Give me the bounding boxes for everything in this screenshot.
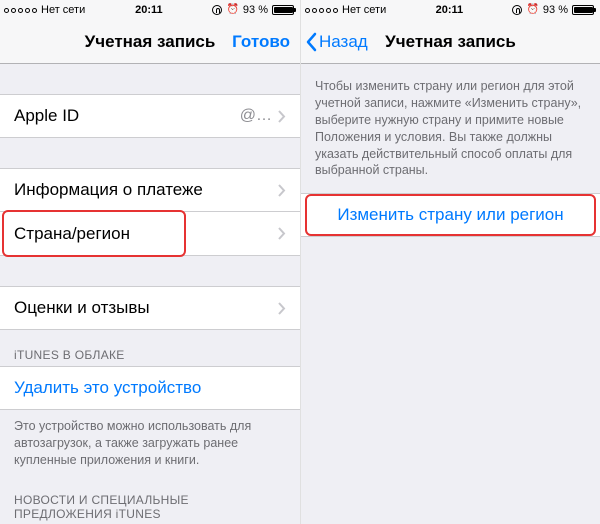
chevron-right-icon — [278, 110, 286, 123]
change-country-label: Изменить страну или регион — [315, 205, 586, 225]
change-country-button[interactable]: Изменить страну или регион — [301, 193, 600, 237]
remove-device-label: Удалить это устройство — [14, 378, 286, 398]
country-region-row[interactable]: Страна/регион — [0, 212, 300, 256]
status-bar: Нет сети 20:11 ⏰ 93 % — [0, 0, 300, 20]
apple-id-value: @… — [240, 107, 272, 125]
ratings-reviews-label: Оценки и отзывы — [14, 298, 278, 318]
signal-icon — [305, 8, 338, 13]
device-footer-note: Это устройство можно использовать для ав… — [0, 410, 300, 469]
back-button[interactable]: Назад — [301, 32, 376, 52]
payment-info-row[interactable]: Информация о платеже — [0, 168, 300, 212]
account-content: Apple ID @… Информация о платеже Страна/… — [0, 64, 300, 524]
chevron-right-icon — [278, 184, 286, 197]
clock: 20:11 — [135, 4, 163, 16]
chevron-right-icon — [278, 302, 286, 315]
clock: 20:11 — [436, 4, 464, 16]
orientation-lock-icon — [212, 5, 222, 15]
carrier-label: Нет сети — [342, 4, 386, 16]
nav-bar: Учетная запись Готово — [0, 20, 300, 64]
alarm-icon: ⏰ — [226, 5, 238, 15]
itunes-cloud-header: iTUNES В ОБЛАКЕ — [0, 330, 300, 366]
status-bar: Нет сети 20:11 ⏰ 93 % — [301, 0, 600, 20]
remove-device-button[interactable]: Удалить это устройство — [0, 366, 300, 410]
apple-id-label: Apple ID — [14, 106, 240, 126]
battery-percent: 93 % — [243, 4, 268, 16]
ratings-reviews-row[interactable]: Оценки и отзывы — [0, 286, 300, 330]
change-country-content: Чтобы изменить страну или регион для это… — [301, 64, 600, 524]
country-region-label: Страна/регион — [14, 224, 278, 244]
carrier-label: Нет сети — [41, 4, 85, 16]
battery-icon — [272, 5, 294, 15]
payment-info-label: Информация о платеже — [14, 180, 278, 200]
account-screen: Нет сети 20:11 ⏰ 93 % Учетная запись Гот… — [0, 0, 300, 524]
alarm-icon: ⏰ — [526, 5, 538, 15]
chevron-back-icon — [305, 32, 317, 52]
news-offers-header: НОВОСТИ И СПЕЦИАЛЬНЫЕ ПРЕДЛОЖЕНИЯ iTUNES — [0, 469, 300, 524]
done-button[interactable]: Готово — [222, 32, 300, 52]
nav-bar: Назад Учетная запись — [301, 20, 600, 64]
apple-id-row[interactable]: Apple ID @… — [0, 94, 300, 138]
orientation-lock-icon — [512, 5, 522, 15]
battery-icon — [572, 5, 594, 15]
change-country-screen: Нет сети 20:11 ⏰ 93 % Назад Учетная запи… — [300, 0, 600, 524]
battery-percent: 93 % — [543, 4, 568, 16]
chevron-right-icon — [278, 227, 286, 240]
back-label: Назад — [319, 32, 368, 52]
change-country-info: Чтобы изменить страну или регион для это… — [301, 64, 600, 179]
signal-icon — [4, 8, 37, 13]
